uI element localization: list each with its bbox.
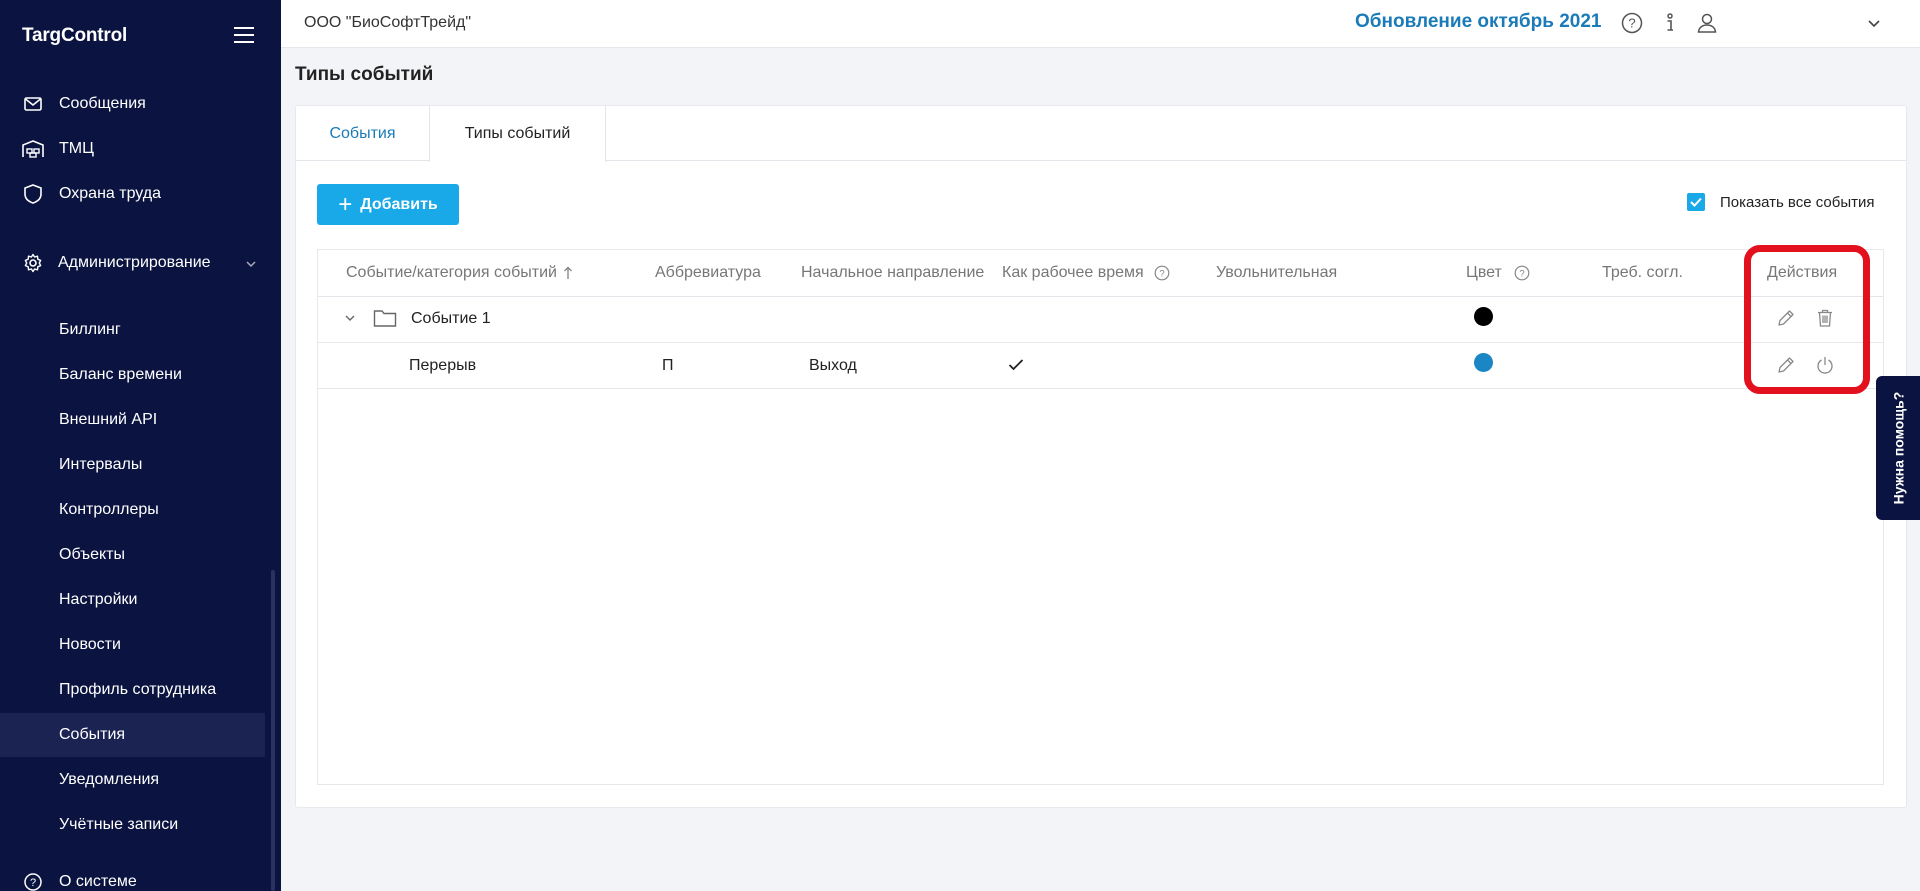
sidebar-item-label: Объекты bbox=[59, 546, 125, 563]
help-tab[interactable]: Нужна помощь? bbox=[1876, 376, 1920, 520]
sidebar-item-label: Новости bbox=[59, 636, 121, 653]
app-logo: TargControl bbox=[22, 25, 128, 46]
sidebar: TargControl Сообщения ТМЦ Охрана труда А… bbox=[0, 0, 281, 891]
trash-icon[interactable] bbox=[1814, 307, 1836, 329]
sidebar-item-news[interactable]: Новости bbox=[0, 623, 265, 667]
column-header-abbreviation: Аббревиатура bbox=[655, 264, 761, 281]
help-icon[interactable]: ? bbox=[1514, 265, 1530, 281]
sidebar-item-administration[interactable]: Администрирование bbox=[0, 241, 265, 285]
sidebar-item-notifications[interactable]: Уведомления bbox=[0, 758, 265, 802]
column-header-direction: Начальное направление bbox=[801, 264, 985, 281]
sidebar-item-label: Профиль сотрудника bbox=[59, 681, 217, 698]
column-header-event[interactable]: Событие/категория событий bbox=[346, 264, 573, 282]
column-header-label: Цвет bbox=[1466, 264, 1502, 281]
sidebar-item-label: Уведомления bbox=[59, 771, 160, 788]
event-name: Перерыв bbox=[409, 357, 477, 374]
svg-text:?: ? bbox=[1519, 269, 1524, 280]
svg-text:?: ? bbox=[1159, 269, 1164, 280]
sidebar-item-label: Сообщения bbox=[59, 95, 146, 112]
chevron-down-icon[interactable] bbox=[1862, 11, 1886, 35]
column-header-dismissal: Увольнительная bbox=[1216, 264, 1338, 281]
sort-arrow-up-icon bbox=[563, 266, 573, 280]
sidebar-item-label: Настройки bbox=[59, 591, 138, 608]
svg-text:?: ? bbox=[30, 877, 36, 889]
sidebar-item-tmc[interactable]: ТМЦ bbox=[0, 127, 265, 171]
sidebar-item-accounts[interactable]: Учётные записи bbox=[0, 803, 265, 847]
column-header-actions: Действия bbox=[1767, 264, 1838, 281]
color-dot bbox=[1474, 353, 1493, 372]
tab-events[interactable]: События bbox=[296, 106, 429, 162]
gear-icon bbox=[22, 252, 44, 274]
category-name: Событие 1 bbox=[411, 310, 491, 327]
sidebar-item-label: Контроллеры bbox=[59, 501, 159, 518]
column-header-label: Событие/категория событий bbox=[346, 264, 557, 281]
sidebar-item-label: ТМЦ bbox=[59, 140, 94, 157]
sidebar-item-label: Биллинг bbox=[59, 321, 121, 338]
sidebar-item-objects[interactable]: Объекты bbox=[0, 533, 265, 577]
color-dot bbox=[1474, 307, 1493, 326]
sidebar-item-label: События bbox=[59, 726, 126, 743]
show-all-events-toggle: Показать все события bbox=[1687, 193, 1875, 211]
event-types-table: Событие/категория событий Аббревиатура Н… bbox=[317, 249, 1884, 785]
update-link[interactable]: Обновление октябрь 2021 bbox=[1355, 11, 1602, 33]
help-tab-label: Нужна помощь? bbox=[1890, 391, 1906, 505]
folder-icon bbox=[373, 308, 397, 333]
chevron-down-icon bbox=[246, 255, 256, 273]
shield-icon bbox=[22, 183, 44, 205]
sidebar-item-label: Охрана труда bbox=[59, 185, 161, 202]
help-icon[interactable]: ? bbox=[1620, 11, 1644, 35]
help-icon[interactable]: ? bbox=[1154, 265, 1170, 281]
checkmark-icon bbox=[1008, 358, 1024, 377]
sidebar-item-label: Интервалы bbox=[59, 456, 143, 473]
help-circle-icon: ? bbox=[22, 871, 44, 891]
content-card: События Типы событий + Добавить Показать… bbox=[295, 105, 1907, 808]
organization-name: ООО "БиоСофтТрейд" bbox=[304, 14, 472, 31]
column-header-color: Цвет ? bbox=[1466, 264, 1530, 282]
sidebar-item-messages[interactable]: Сообщения bbox=[0, 82, 265, 126]
sidebar-scrollbar[interactable] bbox=[271, 570, 275, 891]
column-header-worktime: Как рабочее время ? bbox=[1002, 264, 1170, 282]
sidebar-item-billing[interactable]: Биллинг bbox=[0, 308, 265, 352]
edit-pencil-icon[interactable] bbox=[1775, 354, 1797, 376]
power-icon[interactable] bbox=[1814, 354, 1836, 376]
sidebar-item-employee-profile[interactable]: Профиль сотрудника bbox=[0, 668, 265, 712]
sidebar-item-label: Учётные записи bbox=[59, 816, 179, 833]
chevron-down-icon[interactable] bbox=[344, 311, 356, 329]
table-header: Событие/категория событий Аббревиатура Н… bbox=[318, 250, 1883, 297]
sidebar-item-label: Внешний API bbox=[59, 411, 158, 428]
add-button-label: Добавить bbox=[360, 195, 438, 213]
tab-bar: События Типы событий bbox=[296, 106, 1906, 162]
topbar: ООО "БиоСофтТрейд" Обновление октябрь 20… bbox=[281, 0, 1920, 48]
column-header-approval: Треб. согл. bbox=[1602, 264, 1683, 281]
svg-text:?: ? bbox=[1628, 16, 1635, 31]
user-icon[interactable] bbox=[1695, 11, 1719, 35]
sidebar-item-events[interactable]: События bbox=[0, 713, 265, 757]
info-icon[interactable] bbox=[1658, 11, 1682, 35]
sidebar-item-intervals[interactable]: Интервалы bbox=[0, 443, 265, 487]
plus-icon: + bbox=[338, 190, 353, 218]
mail-icon bbox=[22, 93, 44, 115]
show-all-label: Показать все события bbox=[1720, 193, 1875, 211]
add-button[interactable]: + Добавить bbox=[317, 184, 459, 225]
event-abbreviation: П bbox=[662, 357, 674, 374]
table-row-event: Перерыв П Выход bbox=[318, 343, 1883, 389]
page-title: Типы событий bbox=[295, 64, 434, 85]
sidebar-item-external-api[interactable]: Внешний API bbox=[0, 398, 265, 442]
sidebar-item-time-balance[interactable]: Баланс времени bbox=[0, 353, 265, 397]
column-header-label: Как рабочее время bbox=[1002, 264, 1144, 281]
event-direction: Выход bbox=[809, 357, 857, 374]
sidebar-item-label: Баланс времени bbox=[59, 366, 182, 383]
sidebar-item-label: О системе bbox=[59, 873, 137, 890]
sidebar-item-label: Администрирование bbox=[58, 254, 211, 271]
sidebar-item-about[interactable]: ? О системе bbox=[0, 860, 265, 891]
table-row-category: Событие 1 bbox=[318, 297, 1883, 343]
show-all-checkbox[interactable] bbox=[1687, 193, 1705, 211]
sidebar-item-controllers[interactable]: Контроллеры bbox=[0, 488, 265, 532]
menu-toggle-icon[interactable] bbox=[234, 27, 254, 43]
sidebar-item-settings[interactable]: Настройки bbox=[0, 578, 265, 622]
tab-event-types[interactable]: Типы событий bbox=[429, 106, 606, 162]
edit-pencil-icon[interactable] bbox=[1775, 307, 1797, 329]
warehouse-icon bbox=[22, 138, 44, 160]
sidebar-item-labor-safety[interactable]: Охрана труда bbox=[0, 172, 265, 216]
